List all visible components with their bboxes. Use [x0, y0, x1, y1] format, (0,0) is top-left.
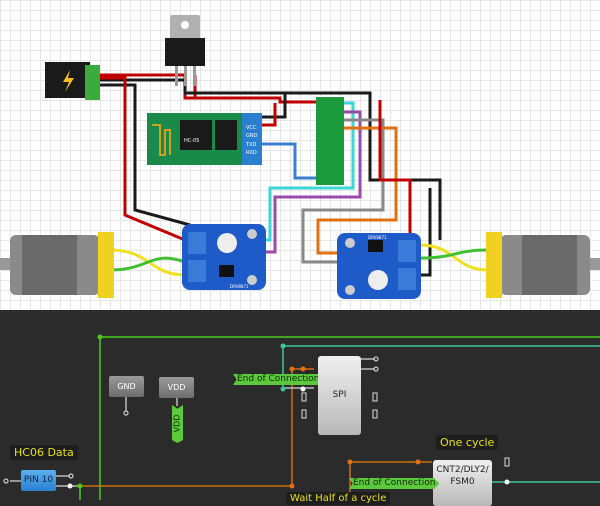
vdd-tag-label: VDD	[172, 414, 182, 433]
level-shifter	[316, 97, 344, 185]
vdd-block[interactable]: VDD	[159, 377, 194, 398]
motor-driver-left: DRV8871	[182, 224, 266, 290]
end-of-connection-tag[interactable]: End of Connection	[233, 374, 324, 385]
wire-blue	[262, 142, 322, 180]
dc-motor-left	[0, 232, 114, 298]
gnd-label: GND	[117, 382, 136, 391]
wire-purple	[262, 110, 362, 254]
motor-driver-right: DRV8871	[337, 233, 421, 299]
spi-label: SPI	[332, 390, 347, 400]
pin-label: RXD	[246, 150, 257, 156]
pin10-block[interactable]: PIN 10	[21, 470, 56, 491]
hc05-module: HC-05 VCC GND TXD RXD	[147, 113, 262, 165]
driver-label: DRV8871	[230, 284, 249, 289]
wiring-diagram: HC-05 VCC GND TXD RXD DRV8871 DRV8871	[0, 15, 600, 299]
module-name: HC-05	[184, 138, 199, 144]
pin-label: PIN 10	[23, 475, 54, 485]
breadboard-view: HC-05 VCC GND TXD RXD DRV8871 DRV8871	[0, 0, 600, 310]
one-cycle-label: One cycle	[436, 435, 499, 450]
schematic-view: GND VDD VDD End of Connection SPI HC06 D…	[0, 310, 600, 506]
pin-label: GND	[246, 133, 258, 139]
power-jack	[45, 62, 100, 100]
vdd-label: VDD	[167, 383, 186, 392]
cnt-dly-fsm-block[interactable]: CNT2/DLY2/ FSM0	[433, 460, 492, 506]
wait-half-cycle-label: Wait Half of a cycle	[286, 492, 391, 505]
wire-black	[420, 188, 432, 277]
hc06-data-label: HC06 Data	[10, 445, 78, 460]
gnd-block[interactable]: GND	[109, 376, 144, 397]
schematic-wires	[3, 334, 600, 500]
pin-label: TXD	[245, 142, 256, 148]
cnt-label: CNT2/DLY2/ FSM0	[436, 465, 489, 487]
spi-block[interactable]: SPI	[318, 356, 361, 435]
end-of-connection-tag-2[interactable]: End of Connection	[349, 478, 440, 489]
dc-motor-right	[486, 232, 600, 298]
driver-label: DRV8871	[368, 235, 387, 240]
vdd-tag[interactable]: VDD	[172, 405, 183, 443]
pin-label: VCC	[246, 125, 257, 131]
